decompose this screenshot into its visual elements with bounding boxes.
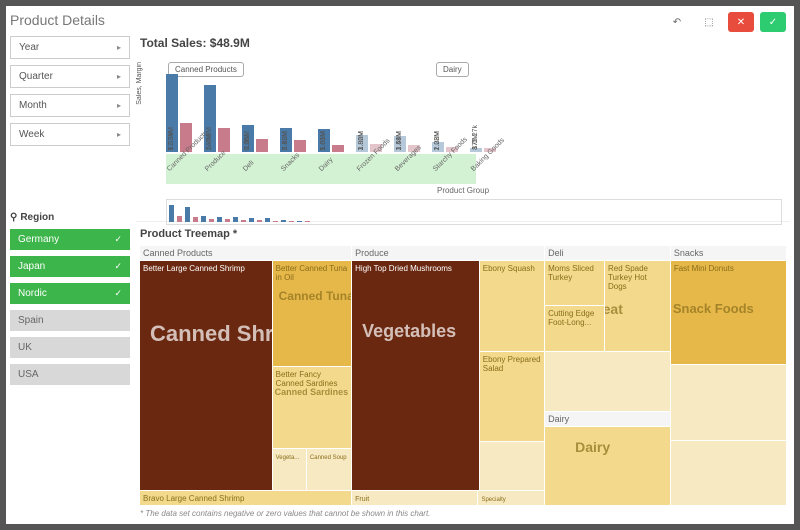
tm-cell[interactable]: Fast Mini DonutsSnack Foods	[671, 261, 786, 364]
sidebar: Product Details Year▸ Quarter▸ Month▸ We…	[10, 10, 130, 520]
check-icon: ✓	[114, 234, 122, 245]
chevron-right-icon: ▸	[117, 101, 121, 110]
tm-cell[interactable]: High Top Dried MushroomsVegetables	[352, 261, 479, 490]
filter-quarter[interactable]: Quarter▸	[10, 65, 130, 88]
bar-group[interactable]: 6.06M2.8M	[242, 125, 268, 152]
toolbar: ↶ ⬚ ✕ ✓	[136, 10, 790, 34]
bar-group[interactable]: 5.06M1.61M	[318, 129, 344, 152]
tm-cell[interactable]: Ebony Squash	[480, 261, 544, 351]
region-usa[interactable]: USA	[10, 364, 130, 385]
page-title: Product Details	[10, 10, 130, 30]
tm-hdr-canned: Canned Products	[140, 246, 351, 260]
bar-chart[interactable]: Sales, Margin Canned Products Dairy 17.3…	[136, 52, 790, 222]
filter-year[interactable]: Year▸	[10, 36, 130, 59]
tm-cell[interactable]	[545, 352, 670, 412]
tm-cell[interactable]: Dairy	[545, 427, 670, 505]
tm-cell[interactable]	[480, 442, 544, 490]
confirm-button[interactable]: ✓	[760, 12, 786, 32]
treemap-title: Product Treemap *	[136, 224, 790, 244]
filter-month[interactable]: Month▸	[10, 94, 130, 117]
tm-cell[interactable]: Better Canned Tuna in OilCanned Tuna	[273, 261, 352, 366]
check-icon: ✓	[114, 288, 122, 299]
tm-hdr-snacks: Snacks	[671, 246, 786, 260]
footnote: * The data set contains negative or zero…	[136, 507, 790, 520]
tm-hdr-deli: Deli	[545, 246, 670, 260]
treemap[interactable]: Canned Products Better Large Canned Shri…	[136, 246, 790, 505]
tm-cell[interactable]: Vegeta...	[273, 449, 306, 490]
tm-cell[interactable]: Cutting Edge Foot-Long...	[545, 306, 604, 350]
bar-group[interactable]: 17.34M6.37M	[166, 74, 192, 152]
region-spain[interactable]: Spain	[10, 310, 130, 331]
main-content: ↶ ⬚ ✕ ✓ Total Sales: $48.9M Sales, Margi…	[136, 10, 790, 520]
filter-week[interactable]: Week▸	[10, 123, 130, 146]
tm-cell[interactable]: Moms Sliced Turkey	[545, 261, 604, 305]
lasso-icon[interactable]: ⬚	[696, 12, 722, 32]
check-icon: ✓	[114, 261, 122, 272]
total-sales: Total Sales: $48.9M	[136, 36, 790, 50]
region-uk[interactable]: UK	[10, 337, 130, 358]
tm-cell[interactable]: Fruit	[352, 491, 477, 505]
tm-hdr-produce: Produce	[352, 246, 544, 260]
tm-cell[interactable]: Better Large Canned ShrimpCanned Shrimp	[140, 261, 272, 490]
search-icon: ⚲	[10, 212, 17, 223]
chevron-right-icon: ▸	[117, 43, 121, 52]
region-nordic[interactable]: Nordic✓	[10, 283, 130, 304]
bar-group[interactable]: 5.42M2.59M	[280, 128, 306, 152]
undo-icon[interactable]: ↶	[664, 12, 690, 32]
tm-cell[interactable]	[671, 441, 786, 505]
mini-chart[interactable]	[166, 199, 782, 225]
chevron-right-icon: ▸	[117, 130, 121, 139]
region-germany[interactable]: Germany✓	[10, 229, 130, 250]
tm-cell[interactable]	[671, 365, 786, 439]
tm-cell[interactable]: Red Spade Turkey Hot DogsMeat	[605, 261, 670, 351]
tm-cell[interactable]: Better Fancy Canned SardinesCanned Sardi…	[273, 367, 352, 447]
tm-cell[interactable]: Bravo Large Canned Shrimp	[140, 491, 351, 505]
cancel-button[interactable]: ✕	[728, 12, 754, 32]
x-axis-label: Product Group	[140, 186, 786, 195]
tm-hdr-dairy: Dairy	[545, 412, 670, 426]
region-header: ⚲Region	[10, 212, 130, 223]
tm-cell[interactable]: Canned Soup	[307, 449, 351, 490]
region-japan[interactable]: Japan✓	[10, 256, 130, 277]
chevron-right-icon: ▸	[117, 72, 121, 81]
tm-cell[interactable]: Specialty	[478, 491, 544, 505]
bar-group[interactable]: 14.99M5.4M	[204, 85, 230, 152]
tm-cell[interactable]: Ebony Prepared Salad	[480, 352, 544, 442]
